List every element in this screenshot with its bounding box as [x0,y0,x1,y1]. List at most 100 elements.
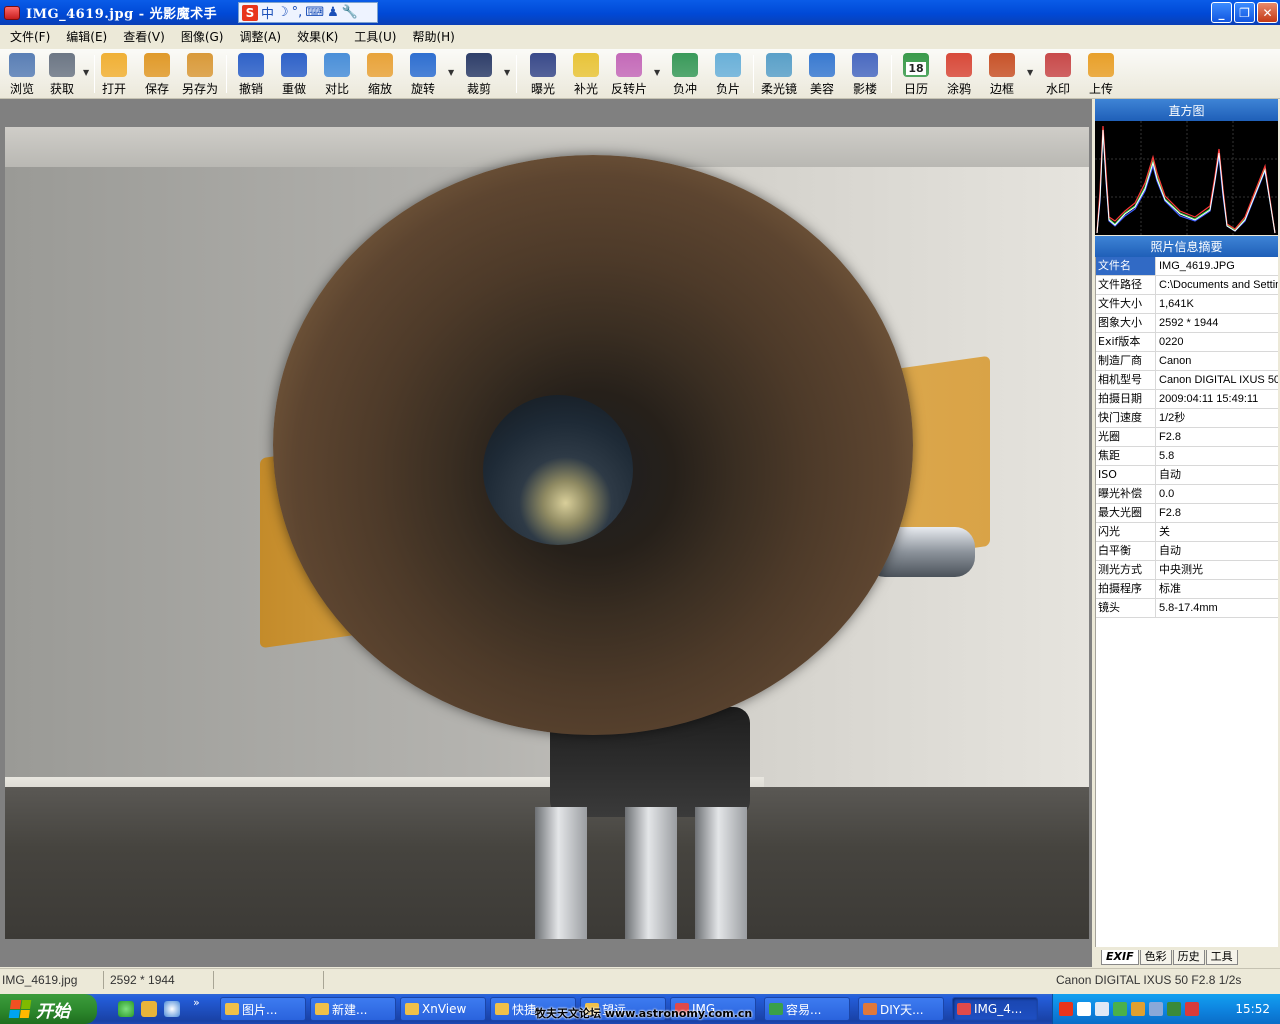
ime-halfwidth-icon[interactable]: ☽ [277,5,289,20]
info-row-program[interactable]: 拍摄程序 标准 [1096,580,1278,599]
taskbar-item[interactable]: 容易... [764,997,850,1021]
info-key: 文件名 [1096,257,1156,275]
start-button[interactable]: 开始 [0,994,97,1024]
tab-color[interactable]: 色彩 [1139,950,1172,965]
crop-button[interactable]: 裁剪 [459,51,499,97]
display-tray-icon[interactable] [1149,1002,1163,1016]
acquire-dropdown-icon[interactable]: ▼ [83,68,89,77]
info-row-lens[interactable]: 镜头 5.8-17.4mm [1096,599,1278,618]
taskbar-item[interactable]: XnView [400,997,486,1021]
quicklaunch-mail-icon[interactable] [141,1001,157,1017]
taskbar-item[interactable]: DIY天... [858,997,944,1021]
network-tray-icon[interactable] [1113,1002,1127,1016]
ime-tools-icon[interactable]: 🔧 [342,5,358,20]
taskbar-item-label: 快捷 [512,1002,537,1017]
info-value: 2592 * 1944 [1159,317,1219,329]
ime-punctuation-icon[interactable]: °, [292,5,303,20]
clock[interactable]: 15:52 [1235,1002,1270,1016]
info-row-aperture[interactable]: 光圈 F2.8 [1096,428,1278,447]
cross-process-button[interactable]: 负冲 [665,51,705,97]
quicklaunch-browser-icon[interactable] [118,1001,134,1017]
ime-skin-icon[interactable]: ♟ [327,5,339,20]
menu-edit[interactable]: 编辑(E) [58,25,115,49]
rotate-button[interactable]: 旋转 [403,51,443,97]
border-button[interactable]: 边框 [982,51,1022,97]
minimize-button[interactable]: _ [1211,2,1232,23]
security-tray-icon[interactable] [1131,1002,1145,1016]
info-row-filename[interactable]: 文件名 IMG_4619.JPG [1096,257,1278,276]
undo-button[interactable]: 撤销 [231,51,271,97]
taskbar-item[interactable]: 图片... [220,997,306,1021]
browse-button[interactable]: 浏览 [2,51,42,97]
info-row-imagesize[interactable]: 图象大小 2592 * 1944 [1096,314,1278,333]
exposure-sun-icon [530,53,556,77]
menu-adjust[interactable]: 调整(A) [231,25,289,49]
close-button[interactable]: ✕ [1257,2,1278,23]
info-row-exif-version[interactable]: Exif版本 0220 [1096,333,1278,352]
tab-exif[interactable]: EXIF [1101,950,1139,965]
info-row-maker[interactable]: 制造厂商 Canon [1096,352,1278,371]
negative-button[interactable]: 负片 [708,51,748,97]
photo-telescope-on-tripod[interactable] [5,127,1089,939]
border-dropdown-icon[interactable]: ▼ [1027,68,1033,77]
alert-tray-icon[interactable] [1185,1002,1199,1016]
crop-dropdown-icon[interactable]: ▼ [504,68,510,77]
rotate-dropdown-icon[interactable]: ▼ [448,68,454,77]
info-row-model[interactable]: 相机型号 Canon DIGITAL IXUS 50 [1096,371,1278,390]
quicklaunch-app-icon[interactable] [164,1001,180,1017]
upload-button[interactable]: 上传 [1081,51,1121,97]
reversal-dropdown-icon[interactable]: ▼ [654,68,660,77]
sogou-ime-icon[interactable]: S [242,4,258,21]
histogram-panel [1095,121,1278,235]
studio-button[interactable]: 影楼 [845,51,885,97]
soft-focus-button[interactable]: 柔光镜 [759,51,799,97]
volume-tray-icon[interactable] [1167,1002,1181,1016]
info-row-metering[interactable]: 测光方式 中央测光 [1096,561,1278,580]
info-row-exposure-comp[interactable]: 曝光补偿 0.0 [1096,485,1278,504]
info-row-filesize[interactable]: 文件大小 1,641K [1096,295,1278,314]
save-as-icon [187,53,213,77]
info-row-iso[interactable]: ISO 自动 [1096,466,1278,485]
save-as-button[interactable]: 另存为 [180,51,220,97]
beauty-button[interactable]: 美容 [802,51,842,97]
info-row-filepath[interactable]: 文件路径 C:\Documents and Settin [1096,276,1278,295]
info-value: 1,641K [1159,298,1194,310]
exposure-button[interactable]: 曝光 [523,51,563,97]
save-button[interactable]: 保存 [137,51,177,97]
info-row-shutter[interactable]: 快门速度 1/2秒 [1096,409,1278,428]
menu-effects[interactable]: 效果(K) [289,25,346,49]
maximize-button[interactable]: ❐ [1234,2,1255,23]
sogou-tray-icon[interactable] [1059,1002,1073,1016]
resize-button[interactable]: 缩放 [360,51,400,97]
info-row-focal-length[interactable]: 焦距 5.8 [1096,447,1278,466]
watermark-button[interactable]: 水印 [1038,51,1078,97]
fill-light-button[interactable]: 补光 [566,51,606,97]
help-tray-icon[interactable] [1077,1002,1091,1016]
taskbar-item-active[interactable]: IMG_4... [952,997,1038,1021]
menu-image[interactable]: 图像(G) [173,25,232,49]
menu-help[interactable]: 帮助(H) [404,25,462,49]
ime-language[interactable]: 中 [261,3,274,22]
info-row-date[interactable]: 拍摄日期 2009:04:11 15:49:11 [1096,390,1278,409]
menu-view[interactable]: 查看(V) [115,25,173,49]
info-row-max-aperture[interactable]: 最大光圈 F2.8 [1096,504,1278,523]
acquire-button[interactable]: 获取 [42,51,82,97]
redo-button[interactable]: 重做 [274,51,314,97]
ime-toolbar[interactable]: S 中 ☽ °, ⌨ ♟ 🔧 [238,2,378,23]
menu-tools[interactable]: 工具(U) [346,25,404,49]
ime-tray-icon[interactable] [1095,1002,1109,1016]
reversal-film-button[interactable]: 反转片 [609,51,649,97]
info-row-white-balance[interactable]: 白平衡 自动 [1096,542,1278,561]
tab-history[interactable]: 历史 [1172,950,1205,965]
menu-file[interactable]: 文件(F) [2,25,58,49]
ime-keyboard-icon[interactable]: ⌨ [305,5,324,20]
doodle-button[interactable]: 涂鸦 [939,51,979,97]
taskbar-item[interactable]: 新建... [310,997,396,1021]
compare-button[interactable]: 对比 [317,51,357,97]
open-button[interactable]: 打开 [94,51,134,97]
image-viewer[interactable] [0,99,1092,967]
tab-tools[interactable]: 工具 [1205,950,1238,965]
calendar-button[interactable]: 18 日历 [896,51,936,97]
info-row-flash[interactable]: 闪光关 [1096,523,1278,542]
quicklaunch-more-icon[interactable]: » [193,996,200,1009]
